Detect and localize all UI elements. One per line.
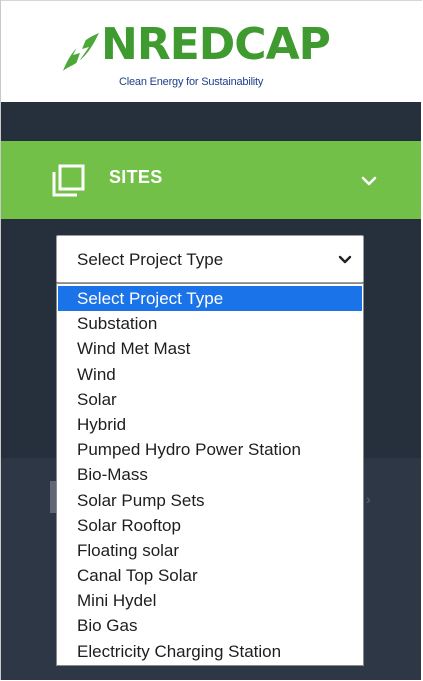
project-type-dropdown-list: Select Project Type Substation Wind Met … [56, 283, 364, 666]
brand-tagline: Clean Energy for Sustainability [119, 76, 264, 88]
dropdown-option-floating-solar[interactable]: Floating solar [57, 538, 363, 563]
dropdown-option-select-project-type[interactable]: Select Project Type [58, 286, 362, 312]
chevron-down-icon [361, 176, 377, 186]
dropdown-option-solar[interactable]: Solar [57, 387, 363, 412]
dropdown-option-electricity-charging-station[interactable]: Electricity Charging Station [57, 639, 363, 664]
copy-squares-icon [52, 164, 85, 197]
brand-name: NREDCAP [101, 19, 331, 70]
chevron-down-icon [338, 255, 352, 264]
project-type-select[interactable]: Select Project Type [56, 235, 364, 283]
dropdown-option-bio-gas[interactable]: Bio Gas [57, 613, 363, 638]
dropdown-option-pumped-hydro[interactable]: Pumped Hydro Power Station [57, 437, 363, 462]
leaf-bolt-icon [63, 33, 99, 71]
select-value: Select Project Type [77, 250, 224, 269]
dropdown-option-wind-met-mast[interactable]: Wind Met Mast [57, 336, 363, 361]
dropdown-option-hybrid[interactable]: Hybrid [57, 412, 363, 437]
sidebar-item-label: SITES [109, 167, 163, 187]
dropdown-option-bio-mass[interactable]: Bio-Mass [57, 462, 363, 487]
dropdown-option-canal-top-solar[interactable]: Canal Top Solar [57, 563, 363, 588]
sidebar-item-sites[interactable]: SITES [1, 141, 421, 219]
dropdown-option-solar-pump-sets[interactable]: Solar Pump Sets [57, 488, 363, 513]
dropdown-option-solar-rooftop[interactable]: Solar Rooftop [57, 513, 363, 538]
chevron-right-icon: › [366, 491, 371, 507]
dropdown-option-wind[interactable]: Wind [57, 362, 363, 387]
header-logo[interactable]: NREDCAP Clean Energy for Sustainability [1, 1, 421, 102]
dropdown-option-mini-hydel[interactable]: Mini Hydel [57, 588, 363, 613]
dropdown-option-substation[interactable]: Substation [57, 311, 363, 336]
